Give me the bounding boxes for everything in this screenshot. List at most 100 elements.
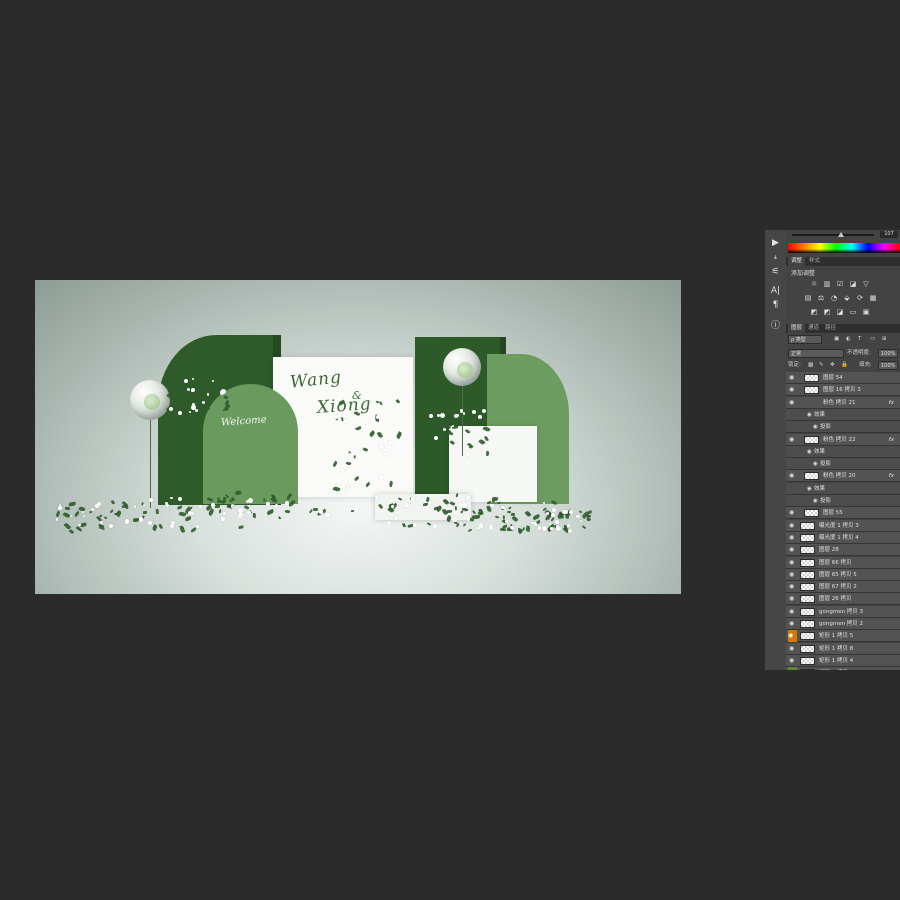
visibility-eye-icon[interactable]: ◉: [789, 473, 796, 479]
color-slider[interactable]: 107: [788, 230, 900, 239]
hue-saturation-icon[interactable]: ▤: [804, 294, 812, 302]
levels-icon[interactable]: ▥: [823, 280, 831, 288]
play-icon[interactable]: ▶: [768, 237, 783, 250]
visibility-eye-icon[interactable]: ◉: [789, 436, 796, 443]
lock-position-icon[interactable]: ✥: [830, 361, 835, 370]
brush-adjust-icon[interactable]: ⍖: [768, 252, 783, 265]
layer-row[interactable]: ◉ 效果: [786, 408, 900, 421]
visibility-eye-icon[interactable]: ◉: [789, 596, 796, 602]
filter-type-icon[interactable]: T: [858, 335, 861, 344]
layer-row[interactable]: ◉ 矩形 1 拷贝 3: [786, 667, 900, 670]
threshold-icon[interactable]: ◪: [836, 308, 844, 316]
visibility-eye-icon[interactable]: ◉: [789, 621, 796, 627]
visibility-eye-icon[interactable]: ◉: [789, 657, 796, 664]
layer-row[interactable]: ◉ 投影: [786, 458, 900, 471]
layer-row[interactable]: ◉ gongmen 拷贝 2: [786, 618, 900, 630]
brightness-icon[interactable]: ☼: [810, 280, 818, 288]
filter-shape-icon[interactable]: ▭: [870, 335, 875, 344]
tab-adjustments[interactable]: 调整: [788, 257, 806, 266]
black-white-icon[interactable]: ◔: [830, 294, 838, 302]
visibility-eye-icon[interactable]: ◉: [788, 630, 797, 643]
color-balance-icon[interactable]: ⚖: [817, 294, 825, 302]
opacity-input[interactable]: 100%: [878, 349, 898, 358]
layer-row[interactable]: ◉ 效果: [786, 445, 900, 458]
slider-value[interactable]: 107: [880, 231, 898, 238]
visibility-eye-icon[interactable]: ◉: [789, 522, 796, 529]
layer-fx-badge[interactable]: fx: [889, 434, 894, 446]
layer-row[interactable]: ◉ 图层 67 拷贝 2: [786, 581, 900, 594]
filter-smart-icon[interactable]: ⊞: [882, 335, 887, 344]
layer-row[interactable]: ◉ 图层 26 拷贝: [786, 593, 900, 606]
layer-fx-badge[interactable]: fx: [889, 470, 894, 482]
document-canvas[interactable]: Wang & Xiong Welcome: [35, 280, 681, 594]
effect-visibility-icon[interactable]: ◉: [813, 458, 818, 470]
effect-visibility-icon[interactable]: ◉: [807, 409, 812, 421]
effect-visibility-icon[interactable]: ◉: [807, 446, 812, 458]
vibrance-icon[interactable]: ▽: [862, 280, 870, 288]
effect-visibility-icon[interactable]: ◉: [813, 495, 818, 507]
layer-row[interactable]: ◉ 矩形 1 拷贝 5: [786, 630, 900, 643]
visibility-eye-icon[interactable]: ◉: [788, 667, 797, 670]
visibility-eye-icon[interactable]: ◉: [789, 559, 796, 566]
visibility-eye-icon[interactable]: ◉: [789, 375, 796, 381]
visibility-eye-icon[interactable]: ◉: [789, 645, 796, 652]
layer-row[interactable]: ◉ 效果: [786, 482, 900, 495]
fill-input[interactable]: 100%: [878, 361, 898, 370]
layer-row[interactable]: ◉ 曝光度 1 拷贝 3: [786, 519, 900, 532]
visibility-eye-icon[interactable]: ◉: [789, 608, 796, 615]
color-lookup-icon[interactable]: ▦: [869, 294, 877, 302]
filter-pixel-icon[interactable]: ▣: [834, 335, 839, 344]
slider-knob[interactable]: [838, 232, 844, 237]
add-adjustment-label: 添加调整: [791, 270, 816, 277]
paragraph-icon[interactable]: ¶: [768, 299, 783, 312]
layer-row[interactable]: ◉ 粉色 拷贝 20 fx: [786, 470, 900, 483]
visibility-eye-icon[interactable]: ◉: [789, 571, 796, 578]
layer-filter-kind[interactable]: ρ 类型: [788, 335, 822, 344]
exposure-icon[interactable]: ◪: [849, 280, 857, 288]
layer-row[interactable]: ◉ 投影: [786, 421, 900, 434]
lock-pixels-icon[interactable]: ✎: [819, 361, 824, 370]
layer-row[interactable]: ◉ 粉色 拷贝 21 fx: [786, 396, 900, 409]
posterize-icon[interactable]: ◩: [823, 308, 831, 316]
effect-visibility-icon[interactable]: ◉: [813, 421, 818, 433]
visibility-eye-icon[interactable]: ◉: [789, 534, 796, 541]
sliders-icon[interactable]: ⚟: [768, 266, 783, 279]
lock-transparency-icon[interactable]: ▩: [808, 361, 813, 370]
color-spectrum-bar[interactable]: [788, 243, 900, 253]
filter-adjust-icon[interactable]: ◐: [846, 335, 851, 344]
selective-color-icon[interactable]: ▣: [862, 308, 870, 316]
visibility-eye-icon[interactable]: ◉: [789, 547, 796, 553]
visibility-eye-icon[interactable]: ◉: [789, 399, 796, 406]
channel-mixer-icon[interactable]: ⟳: [856, 294, 864, 302]
layer-row[interactable]: ◉ 粉色 拷贝 22 fx: [786, 433, 900, 446]
layer-row[interactable]: ◉ 图层 55: [786, 507, 900, 520]
character-icon[interactable]: A|: [768, 285, 783, 298]
blend-mode-select[interactable]: 正常: [788, 349, 844, 358]
layer-row[interactable]: ◉ 曝光度 1 拷贝 4: [786, 531, 900, 544]
tab-channels[interactable]: 通道: [805, 324, 822, 333]
layer-row[interactable]: ◉ 图层 66 拷贝: [786, 556, 900, 569]
white-flower: [108, 523, 114, 529]
effect-visibility-icon[interactable]: ◉: [807, 483, 812, 495]
invert-icon[interactable]: ◩: [810, 308, 818, 316]
layer-fx-badge[interactable]: fx: [889, 397, 894, 409]
visibility-eye-icon[interactable]: ◉: [789, 387, 796, 393]
lock-all-icon[interactable]: 🔒: [841, 361, 848, 370]
layer-row[interactable]: ◉ 矩形 1 拷贝 8: [786, 642, 900, 655]
layer-row[interactable]: ◉ 图层 28: [786, 544, 900, 557]
photo-filter-icon[interactable]: ⬙: [843, 294, 851, 302]
layer-row[interactable]: ◉ 矩形 1 拷贝 4: [786, 654, 900, 667]
layer-row[interactable]: ◉ 图层 54: [786, 372, 900, 384]
curves-icon[interactable]: ☑: [836, 280, 844, 288]
tab-layers[interactable]: 图层: [788, 324, 806, 333]
visibility-eye-icon[interactable]: ◉: [789, 584, 796, 590]
layer-row[interactable]: ◉ 图层 65 拷贝 5: [786, 568, 900, 581]
tab-styles[interactable]: 样式: [806, 257, 823, 266]
visibility-eye-icon[interactable]: ◉: [789, 510, 796, 516]
layer-row[interactable]: ◉ gongmen 拷贝 3: [786, 605, 900, 618]
layer-row[interactable]: ◉ 投影: [786, 495, 900, 507]
layer-row[interactable]: ◉ 图层 16 拷贝 3: [786, 384, 900, 397]
tab-paths[interactable]: 路径: [822, 324, 839, 333]
info-icon[interactable]: ⓘ: [768, 320, 783, 333]
gradient-map-icon[interactable]: ▭: [849, 308, 857, 316]
